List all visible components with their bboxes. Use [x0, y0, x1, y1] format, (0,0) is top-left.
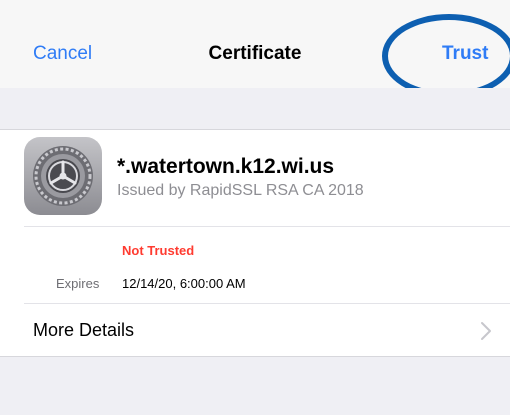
bottom-spacer	[0, 356, 510, 415]
more-details-row[interactable]: More Details	[0, 304, 510, 356]
settings-gear-icon	[24, 137, 102, 215]
divider	[24, 226, 510, 227]
section-spacer	[0, 88, 510, 130]
expires-value: 12/14/20, 6:00:00 AM	[122, 276, 246, 291]
trust-status-label: Not Trusted	[122, 243, 195, 258]
certificate-issuer: Issued by RapidSSL RSA CA 2018	[117, 182, 364, 199]
chevron-right-icon	[481, 322, 491, 340]
trust-highlight-circle	[382, 14, 510, 98]
certificate-name: *.watertown.k12.wi.us	[117, 155, 335, 178]
expires-label: Expires	[56, 276, 100, 291]
more-details-label: More Details	[33, 320, 135, 340]
